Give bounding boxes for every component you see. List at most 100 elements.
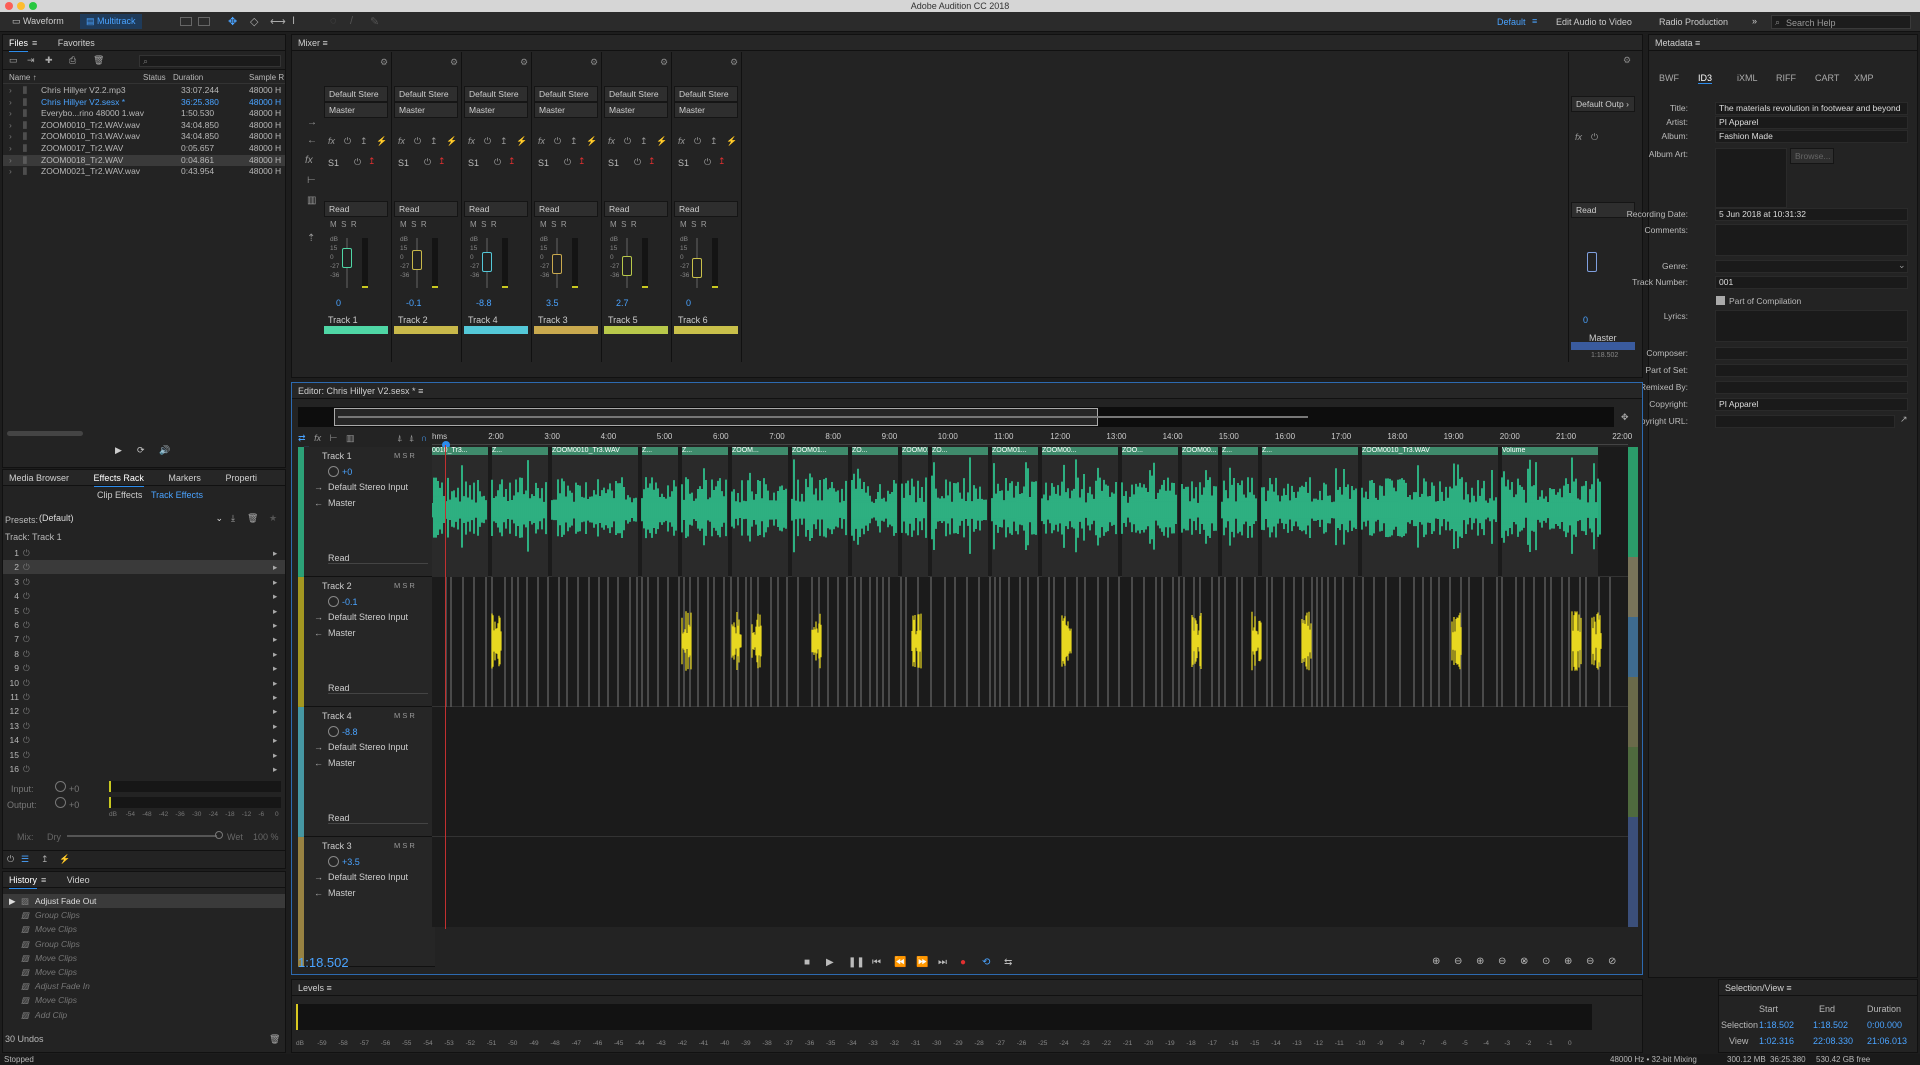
- strip-settings-icon[interactable]: ⚙: [450, 57, 458, 68]
- volume-knob-icon[interactable]: [328, 856, 339, 867]
- metadata-tab[interactable]: XMP: [1854, 73, 1874, 83]
- strip-fx-icon[interactable]: fx: [328, 136, 335, 146]
- strip-fx-icon[interactable]: fx: [398, 136, 405, 146]
- strip-fader[interactable]: [552, 254, 562, 274]
- track-input-select[interactable]: Default Stereo Input: [328, 482, 428, 492]
- zoom-in-time-icon[interactable]: ⊕: [1476, 956, 1484, 967]
- volume-knob-icon[interactable]: [328, 726, 339, 737]
- sends-row-icon[interactable]: ⊢: [307, 175, 316, 186]
- workspace-menu-icon[interactable]: ≡: [1532, 16, 1537, 26]
- strip-send-slot[interactable]: S1: [468, 158, 479, 168]
- tab-files[interactable]: Files: [9, 35, 29, 52]
- metadata-field[interactable]: [1715, 347, 1908, 360]
- expand-chevron-icon[interactable]: ›: [9, 97, 12, 108]
- effect-slot[interactable]: 9 ⏻ ▸: [3, 661, 285, 675]
- slot-power-icon[interactable]: ⏻: [23, 690, 30, 704]
- column-duration[interactable]: Duration: [173, 73, 203, 82]
- master-read-select[interactable]: Read: [1571, 202, 1635, 218]
- apply-icon[interactable]: ↥: [41, 854, 49, 865]
- selection-duration[interactable]: 0:00.000: [1867, 1020, 1902, 1030]
- file-row[interactable]: › ⫼ ZOOM0018_Tr2.WAV 0:04.861 48000 H: [3, 154, 285, 166]
- effect-slot[interactable]: 6 ⏻ ▸: [3, 618, 285, 632]
- strip-track-name[interactable]: Track 4: [468, 315, 498, 325]
- strip-send-icon[interactable]: ↥: [500, 136, 508, 147]
- solo-button[interactable]: S: [621, 220, 626, 229]
- automation-row-icon[interactable]: ⇡: [307, 233, 315, 244]
- file-row[interactable]: › ⫼ ZOOM0010_Tr3.WAV.wav 34:04.850 48000 H: [3, 131, 285, 142]
- master-power-icon[interactable]: ⏻: [1591, 132, 1598, 143]
- strip-fader[interactable]: [692, 258, 702, 278]
- expand-chevron-icon[interactable]: ›: [9, 131, 12, 142]
- tab-clip-effects[interactable]: Clip Effects: [97, 490, 142, 500]
- strip-send-icon[interactable]: ↥: [570, 136, 578, 147]
- column-status[interactable]: Status: [143, 73, 166, 82]
- strip-send-level-icon[interactable]: ↥: [368, 156, 376, 167]
- history-menu-icon[interactable]: ≡: [41, 875, 46, 885]
- history-item[interactable]: ▶ ▨ Adjust Fade Out: [3, 894, 285, 908]
- strip-pre-post-icon[interactable]: ⏻: [494, 157, 501, 168]
- files-search-input[interactable]: ⌕: [139, 55, 281, 67]
- selection-view-menu-icon[interactable]: ≡: [1786, 983, 1791, 993]
- mixer-menu-icon[interactable]: ≡: [323, 38, 328, 48]
- strip-power-icon[interactable]: ⏻: [344, 136, 351, 147]
- metadata-field[interactable]: [1715, 381, 1908, 394]
- effect-slot[interactable]: 1 ⏻ ▸: [3, 546, 285, 560]
- insert-file-icon[interactable]: ⎙: [69, 55, 76, 66]
- strip-fader-value[interactable]: -0.1: [406, 298, 422, 308]
- time-display[interactable]: 1:18.502: [298, 955, 349, 970]
- strip-fx-icon[interactable]: fx: [608, 136, 615, 146]
- slot-arrow-icon[interactable]: ▸: [273, 575, 277, 589]
- column-sample-rate[interactable]: Sample R: [249, 73, 284, 82]
- history-item[interactable]: ▨ Add Clip: [3, 1008, 285, 1022]
- strip-input-select[interactable]: Default Stere: [604, 86, 668, 102]
- slot-arrow-icon[interactable]: ▸: [273, 647, 277, 661]
- strip-send-slot[interactable]: S1: [398, 158, 409, 168]
- track-mode-select[interactable]: Read: [328, 553, 428, 564]
- strip-fader[interactable]: [342, 248, 352, 268]
- slot-power-icon[interactable]: ⏻: [23, 618, 30, 632]
- compilation-checkbox[interactable]: [1716, 296, 1725, 305]
- effect-slot[interactable]: 13 ⏻ ▸: [3, 719, 285, 733]
- time-selection-tool-icon[interactable]: I: [292, 15, 295, 27]
- expand-chevron-icon[interactable]: ›: [9, 166, 12, 177]
- effect-slot[interactable]: 15 ⏻ ▸: [3, 748, 285, 762]
- metadata-tab[interactable]: ID3: [1698, 73, 1713, 84]
- metadata-field[interactable]: 001: [1715, 276, 1908, 289]
- solo-button[interactable]: S: [411, 220, 416, 229]
- strip-read-select[interactable]: Read: [394, 201, 458, 217]
- column-name[interactable]: Name ↑: [9, 73, 37, 82]
- strip-lightning-icon[interactable]: ⚡: [726, 136, 737, 147]
- strip-send-icon[interactable]: ↥: [640, 136, 648, 147]
- metadata-field[interactable]: [1715, 364, 1908, 377]
- output-knob-icon[interactable]: [55, 797, 66, 808]
- clear-history-icon[interactable]: 🗑: [269, 1034, 280, 1045]
- track-msr-buttons[interactable]: M S R: [394, 711, 415, 720]
- mute-button[interactable]: M: [610, 220, 617, 229]
- effect-slot[interactable]: 7 ⏻ ▸: [3, 632, 285, 646]
- lasso-tool-icon[interactable]: ◌: [330, 15, 337, 27]
- slot-arrow-icon[interactable]: ▸: [273, 618, 277, 632]
- metadata-field[interactable]: [1715, 415, 1895, 428]
- selection-end[interactable]: 1:18.502: [1813, 1020, 1848, 1030]
- solo-button[interactable]: S: [691, 220, 696, 229]
- expand-chevron-icon[interactable]: ›: [9, 155, 12, 166]
- master-fader[interactable]: [1587, 252, 1597, 272]
- zoom-reset-icon[interactable]: ⊘: [1608, 956, 1616, 967]
- strip-fx-icon[interactable]: fx: [678, 136, 685, 146]
- file-row[interactable]: › ⫼ ZOOM0010_Tr2.WAV.wav 34:04.850 48000 H: [3, 120, 285, 131]
- slot-power-icon[interactable]: ⏻: [23, 748, 30, 762]
- preview-play-icon[interactable]: ▶: [115, 445, 122, 456]
- slot-power-icon[interactable]: ⏻: [23, 632, 30, 646]
- metadata-field[interactable]: [1715, 310, 1908, 342]
- workspace-radio-production[interactable]: Radio Production: [1659, 17, 1728, 27]
- track-lane-4[interactable]: [432, 837, 1628, 927]
- mute-button[interactable]: M: [470, 220, 477, 229]
- slot-power-icon[interactable]: ⏻: [23, 604, 30, 618]
- strip-pre-post-icon[interactable]: ⏻: [424, 157, 431, 168]
- strip-output-select[interactable]: Master: [674, 102, 738, 118]
- mute-button[interactable]: M: [540, 220, 547, 229]
- metadata-field[interactable]: PI Apparel: [1715, 116, 1908, 129]
- slot-arrow-icon[interactable]: ▸: [273, 719, 277, 733]
- slot-arrow-icon[interactable]: ▸: [273, 560, 277, 574]
- strip-lightning-icon[interactable]: ⚡: [656, 136, 667, 147]
